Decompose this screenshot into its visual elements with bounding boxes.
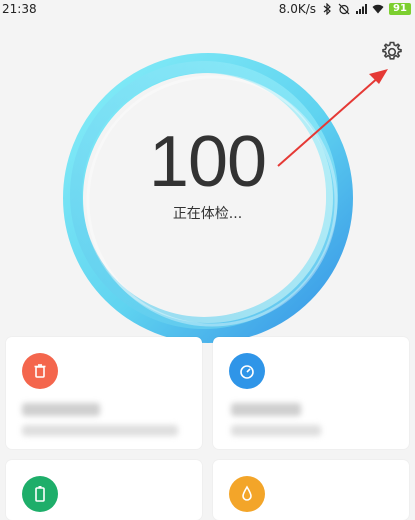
status-time: 21:38	[2, 2, 37, 16]
battery-icon: 91	[389, 3, 411, 15]
status-right: 8.0K/s 91	[279, 2, 411, 16]
speed-icon	[229, 353, 265, 389]
health-score: 100	[148, 122, 267, 202]
status-bar: 21:38 8.0K/s 91	[0, 0, 415, 20]
card-subtitle-blurred	[231, 425, 321, 436]
card-title-blurred	[22, 403, 100, 416]
card-storage[interactable]	[213, 460, 409, 520]
card-subtitle-blurred	[22, 425, 178, 436]
wifi-icon	[372, 4, 384, 14]
checkup-status: 正在体检...	[172, 206, 243, 222]
card-junk-cleanup[interactable]	[6, 337, 202, 449]
gear-icon[interactable]	[380, 40, 404, 64]
trash-icon	[22, 353, 58, 389]
card-battery[interactable]	[6, 460, 202, 520]
network-speed: 8.0K/s	[278, 2, 316, 16]
signal-icon	[356, 4, 367, 14]
drop-icon	[229, 476, 265, 512]
alarm-off-icon	[338, 3, 350, 15]
bluetooth-icon	[323, 3, 331, 15]
card-title-blurred	[231, 403, 301, 416]
card-speed-up[interactable]	[213, 337, 409, 449]
battery-icon	[22, 476, 58, 512]
